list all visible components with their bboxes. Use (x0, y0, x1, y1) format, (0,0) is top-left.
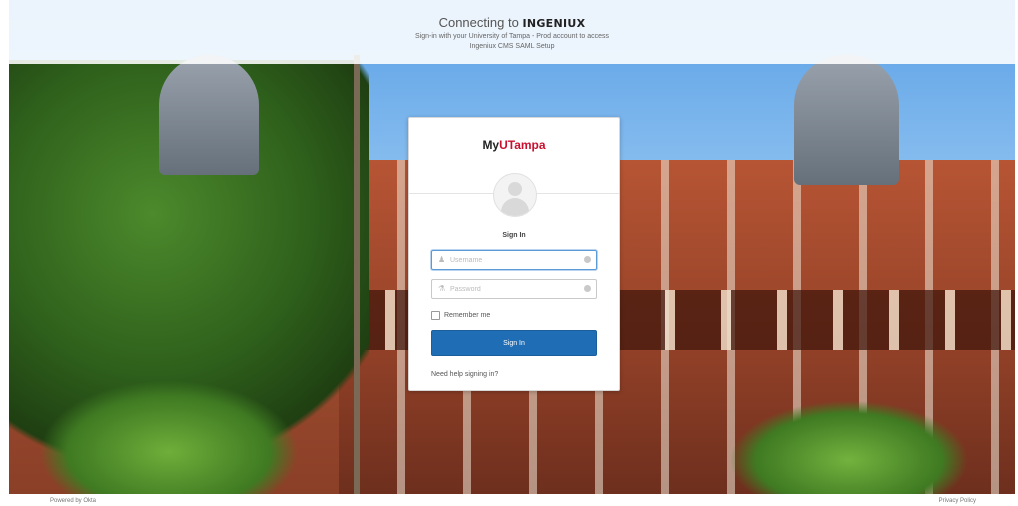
background-palms-left (39, 380, 299, 494)
lock-icon: ⚗ (438, 284, 446, 293)
remember-checkbox[interactable] (431, 311, 440, 320)
title-prefix: Connecting to (438, 15, 519, 30)
remember-me[interactable]: Remember me (431, 311, 490, 321)
password-field[interactable]: ⚗ (431, 279, 597, 299)
login-card: MyUTampa Sign In ♟ ⚗ Remember me Sign In… (408, 117, 620, 391)
username-field[interactable]: ♟ (431, 250, 597, 270)
background-tower-right (794, 55, 899, 185)
subtitle-line-2: Ingeniux CMS SAML Setup (469, 43, 555, 50)
page-title: Connecting to INGENIUX (9, 15, 1015, 30)
logo-accent: UTampa (499, 138, 546, 152)
username-input[interactable] (448, 252, 582, 268)
avatar-placeholder-icon (493, 173, 537, 217)
org-logo: MyUTampa (409, 138, 619, 152)
background-palms-right (729, 400, 969, 494)
avatar-head (508, 182, 522, 196)
privacy-policy-link[interactable]: Privacy Policy (939, 498, 976, 504)
avatar-shoulders (501, 198, 529, 216)
background-palm (354, 55, 360, 494)
help-signin-link[interactable]: Need help signing in? (431, 371, 498, 378)
remember-label: Remember me (444, 312, 491, 319)
sign-in-button[interactable]: Sign In (431, 330, 597, 356)
powered-by-link[interactable]: Powered by Okta (50, 498, 96, 504)
signin-heading: Sign In (502, 232, 526, 239)
brand-logo: INGENIUX (522, 17, 586, 30)
user-icon: ♟ (438, 255, 446, 264)
help-icon[interactable] (584, 256, 591, 263)
help-icon[interactable] (584, 285, 591, 292)
header-subtitle: Sign-in with your University of Tampa - … (9, 32, 1015, 52)
password-input[interactable] (448, 281, 582, 297)
logo-prefix: My (482, 138, 500, 152)
subtitle-line-1: Sign-in with your University of Tampa - … (414, 33, 609, 40)
background-tower-left (159, 55, 259, 175)
header-banner: Connecting to INGENIUX Sign-in with your… (9, 0, 1015, 64)
